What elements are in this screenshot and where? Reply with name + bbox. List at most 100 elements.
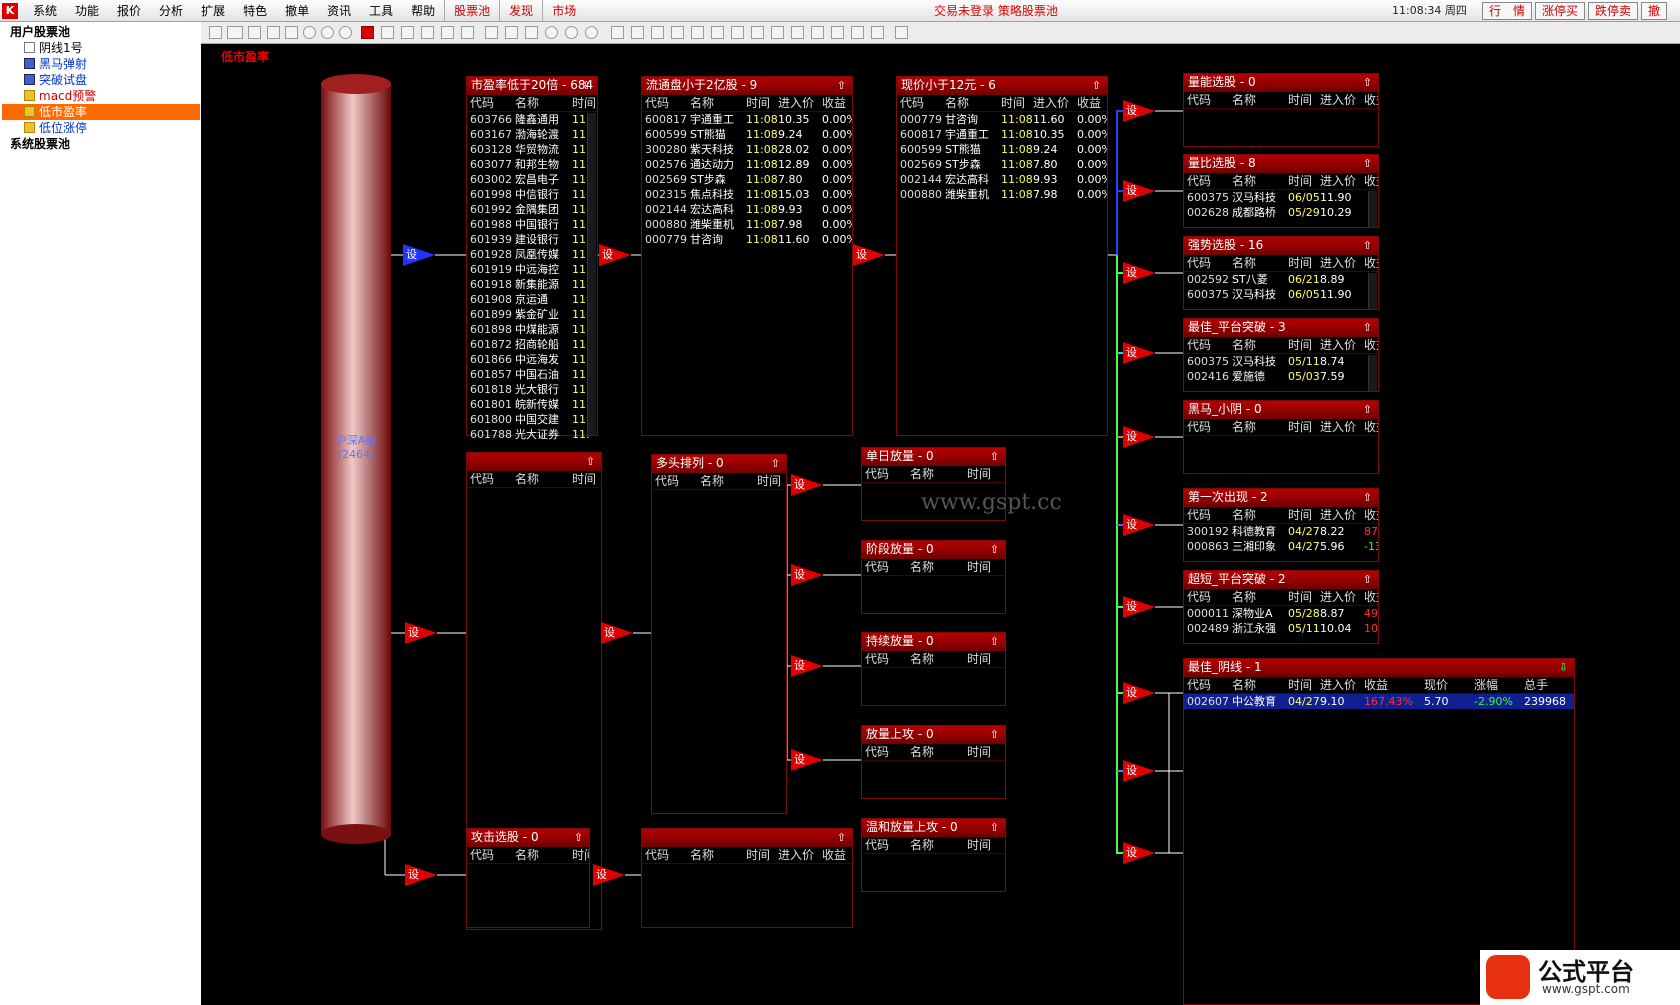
panel-volume-energy[interactable]: 量能选股 - 0 ⇧ 代码 名称 时间进入价收益 [1183,73,1379,147]
menu-help[interactable]: 帮助 [402,0,444,22]
column-label[interactable]: 名称 [515,847,539,863]
align-icon[interactable] [771,26,784,39]
column-label[interactable]: 时间 [967,744,991,760]
align-icon[interactable] [691,26,704,39]
column-label[interactable]: 名称 [1232,589,1256,605]
stock-row[interactable]: 002144宏达高科 11:089.93 0.00% [897,172,1107,187]
column-label[interactable]: 名称 [1232,507,1256,523]
panel-mild-volume-attack[interactable]: 温和放量上攻 - 0 ⇧ 代码 名称 时间 [861,818,1006,892]
scrollbar[interactable] [1368,273,1377,309]
expand-arrow-icon[interactable]: ⇧ [837,829,846,846]
cancel-button[interactable]: 撤 [1641,2,1668,20]
column-label[interactable]: 名称 [1232,173,1256,189]
stock-row[interactable]: 600599ST熊猫 11:089.24 0.00% [642,127,852,142]
stock-row[interactable]: 002592 ST八菱 06/21 8.89 [1184,272,1378,287]
column-label[interactable]: 收益 [1364,337,1378,353]
copy-icon[interactable] [611,26,624,39]
collapse-arrow-icon[interactable]: ⇩ [1559,659,1568,676]
column-label[interactable]: 代码 [470,471,494,487]
column-label[interactable]: 代码 [865,651,889,667]
stock-row[interactable]: 601857 中国石油 11: [467,367,597,382]
column-label[interactable]: 收益 [1364,589,1378,605]
column-label[interactable]: 代码 [1187,677,1211,693]
panel-header[interactable]: 攻击选股 - 0 ⇧ [467,829,589,847]
column-label[interactable]: 代码 [865,744,889,760]
column-label[interactable]: 时间 [1288,507,1312,523]
panel-first-appear[interactable]: 第一次出现 - 2 ⇧ 代码 名称 时间进入价收益 300192科德教育 04/278.22… [1183,488,1379,562]
stock-row[interactable]: 600817宇通重工 11:0810.35 0.00% [642,112,852,127]
stock-row[interactable]: 601918 新集能源 11: [467,277,597,292]
column-label[interactable]: 时间 [572,471,596,487]
stock-row[interactable]: 002416 爱施德 05/03 7.59 [1184,369,1378,384]
filter-gate-icon[interactable]: 设 [405,622,437,644]
column-label[interactable]: 时间 [572,847,589,863]
expand-arrow-icon[interactable]: ⇧ [990,633,999,650]
filter-gate-icon[interactable]: 设 [791,564,823,586]
column-label[interactable]: 名称 [515,471,539,487]
column-label[interactable]: 代码 [1187,337,1211,353]
panel-header[interactable]: 市盈率低于20倍 - 684 ⇧ [467,77,597,95]
column-label[interactable]: 代码 [865,466,889,482]
panel-pe-below-20[interactable]: 市盈率低于20倍 - 684 ⇧ 代码 名称 时间 603766 隆鑫通用 11: 603167… [466,76,598,441]
panel-header[interactable]: 流通盘小于2亿股 - 9 ⇧ [642,77,852,95]
column-label[interactable]: 涨幅 [1474,677,1498,693]
delete-icon[interactable] [267,26,280,39]
column-label[interactable]: 时间 [1288,677,1312,693]
menu-discover[interactable]: 发现 [499,0,542,22]
expand-arrow-icon[interactable]: ⇧ [1363,489,1372,506]
panel-darkhorse-small-yin[interactable]: 黑马_小阴 - 0 ⇧ 代码 名称 时间进入价收益 [1183,400,1379,474]
tree-item-macd[interactable]: macd预警 [24,88,96,104]
column-label[interactable]: 代码 [1187,255,1211,271]
rect-icon[interactable] [525,26,538,39]
column-label[interactable]: 时间 [1288,337,1312,353]
panel-header[interactable]: 温和放量上攻 - 0 ⇧ [862,819,1005,837]
trash-icon[interactable] [651,26,664,39]
panel-strong-pick[interactable]: 强势选股 - 16 ⇧ 代码 名称 时间进入价收益 002592ST八菱 06/218.89… [1183,236,1379,310]
stock-row[interactable]: 002315焦点科技 11:0815.03 0.00% [642,187,852,202]
column-label[interactable]: 名称 [515,95,539,111]
panel-header[interactable]: 阶段放量 - 0 ⇧ [862,541,1005,559]
column-label[interactable]: 进入价 [1320,337,1356,353]
column-label[interactable]: 时间 [967,651,991,667]
panel-attack-pick[interactable]: 攻击选股 - 0 ⇧ 代码 名称 时间 [466,828,590,928]
tree-item-yinxian1[interactable]: 阴线1号 [24,40,83,56]
column-label[interactable]: 时间 [757,473,781,489]
expand-arrow-icon[interactable]: ⇧ [1363,74,1372,91]
filter-gate-icon[interactable]: 设 [593,864,625,886]
ellipse-icon[interactable] [585,26,598,39]
column-label[interactable]: 名称 [910,837,934,853]
column-label[interactable]: 时间 [1288,589,1312,605]
expand-arrow-icon[interactable]: ⇧ [990,726,999,743]
column-label[interactable]: 名称 [1232,255,1256,271]
column-label[interactable]: 名称 [910,466,934,482]
tool-icon[interactable] [401,26,414,39]
column-label[interactable]: 收益 [1364,173,1378,189]
column-label[interactable]: 代码 [865,559,889,575]
column-label[interactable]: 时间 [1288,255,1312,271]
stock-row[interactable]: 000880潍柴重机 11:087.98 0.00% [897,187,1107,202]
menu-feature[interactable]: 特色 [234,0,276,22]
column-label[interactable]: 收益 [1364,507,1378,523]
panel-header[interactable]: ⇧ [467,453,601,471]
panel-header[interactable]: 超短_平台突破 - 2 ⇧ [1184,571,1378,589]
column-label[interactable]: 进入价 [1320,92,1356,108]
expand-arrow-icon[interactable]: ⇧ [582,77,591,94]
menu-function[interactable]: 功能 [66,0,108,22]
column-label[interactable]: 进入价 [1320,589,1356,605]
column-label[interactable]: 名称 [1232,92,1256,108]
tree-system-pool[interactable]: 系统股票池 [10,136,70,152]
scrollbar[interactable] [1368,355,1377,391]
filter-gate-icon[interactable]: 设 [1123,262,1155,284]
panel-header[interactable]: 最佳_阴线 - 1 ⇩ [1184,659,1574,677]
scrollbar[interactable] [587,113,596,435]
column-label[interactable]: 代码 [470,95,494,111]
align-icon[interactable] [851,26,864,39]
tree-user-pool[interactable]: 用户股票池 [10,24,70,40]
stock-row[interactable]: 601988 中国银行 11: [467,217,597,232]
menu-news[interactable]: 资讯 [318,0,360,22]
panel-header[interactable]: 放量上攻 - 0 ⇧ [862,726,1005,744]
column-label[interactable]: 名称 [690,847,714,863]
panel-best-platform-break[interactable]: 最佳_平台突破 - 3 ⇧ 代码 名称 时间进入价收益 600375汉马科技 05/118.… [1183,318,1379,392]
panel-price-below-12[interactable]: 现价小于12元 - 6 ⇧ 代码 名称 时间 进入价 收益 000779 甘咨询 11:08 11.… [896,76,1108,436]
column-label[interactable]: 代码 [470,847,494,863]
